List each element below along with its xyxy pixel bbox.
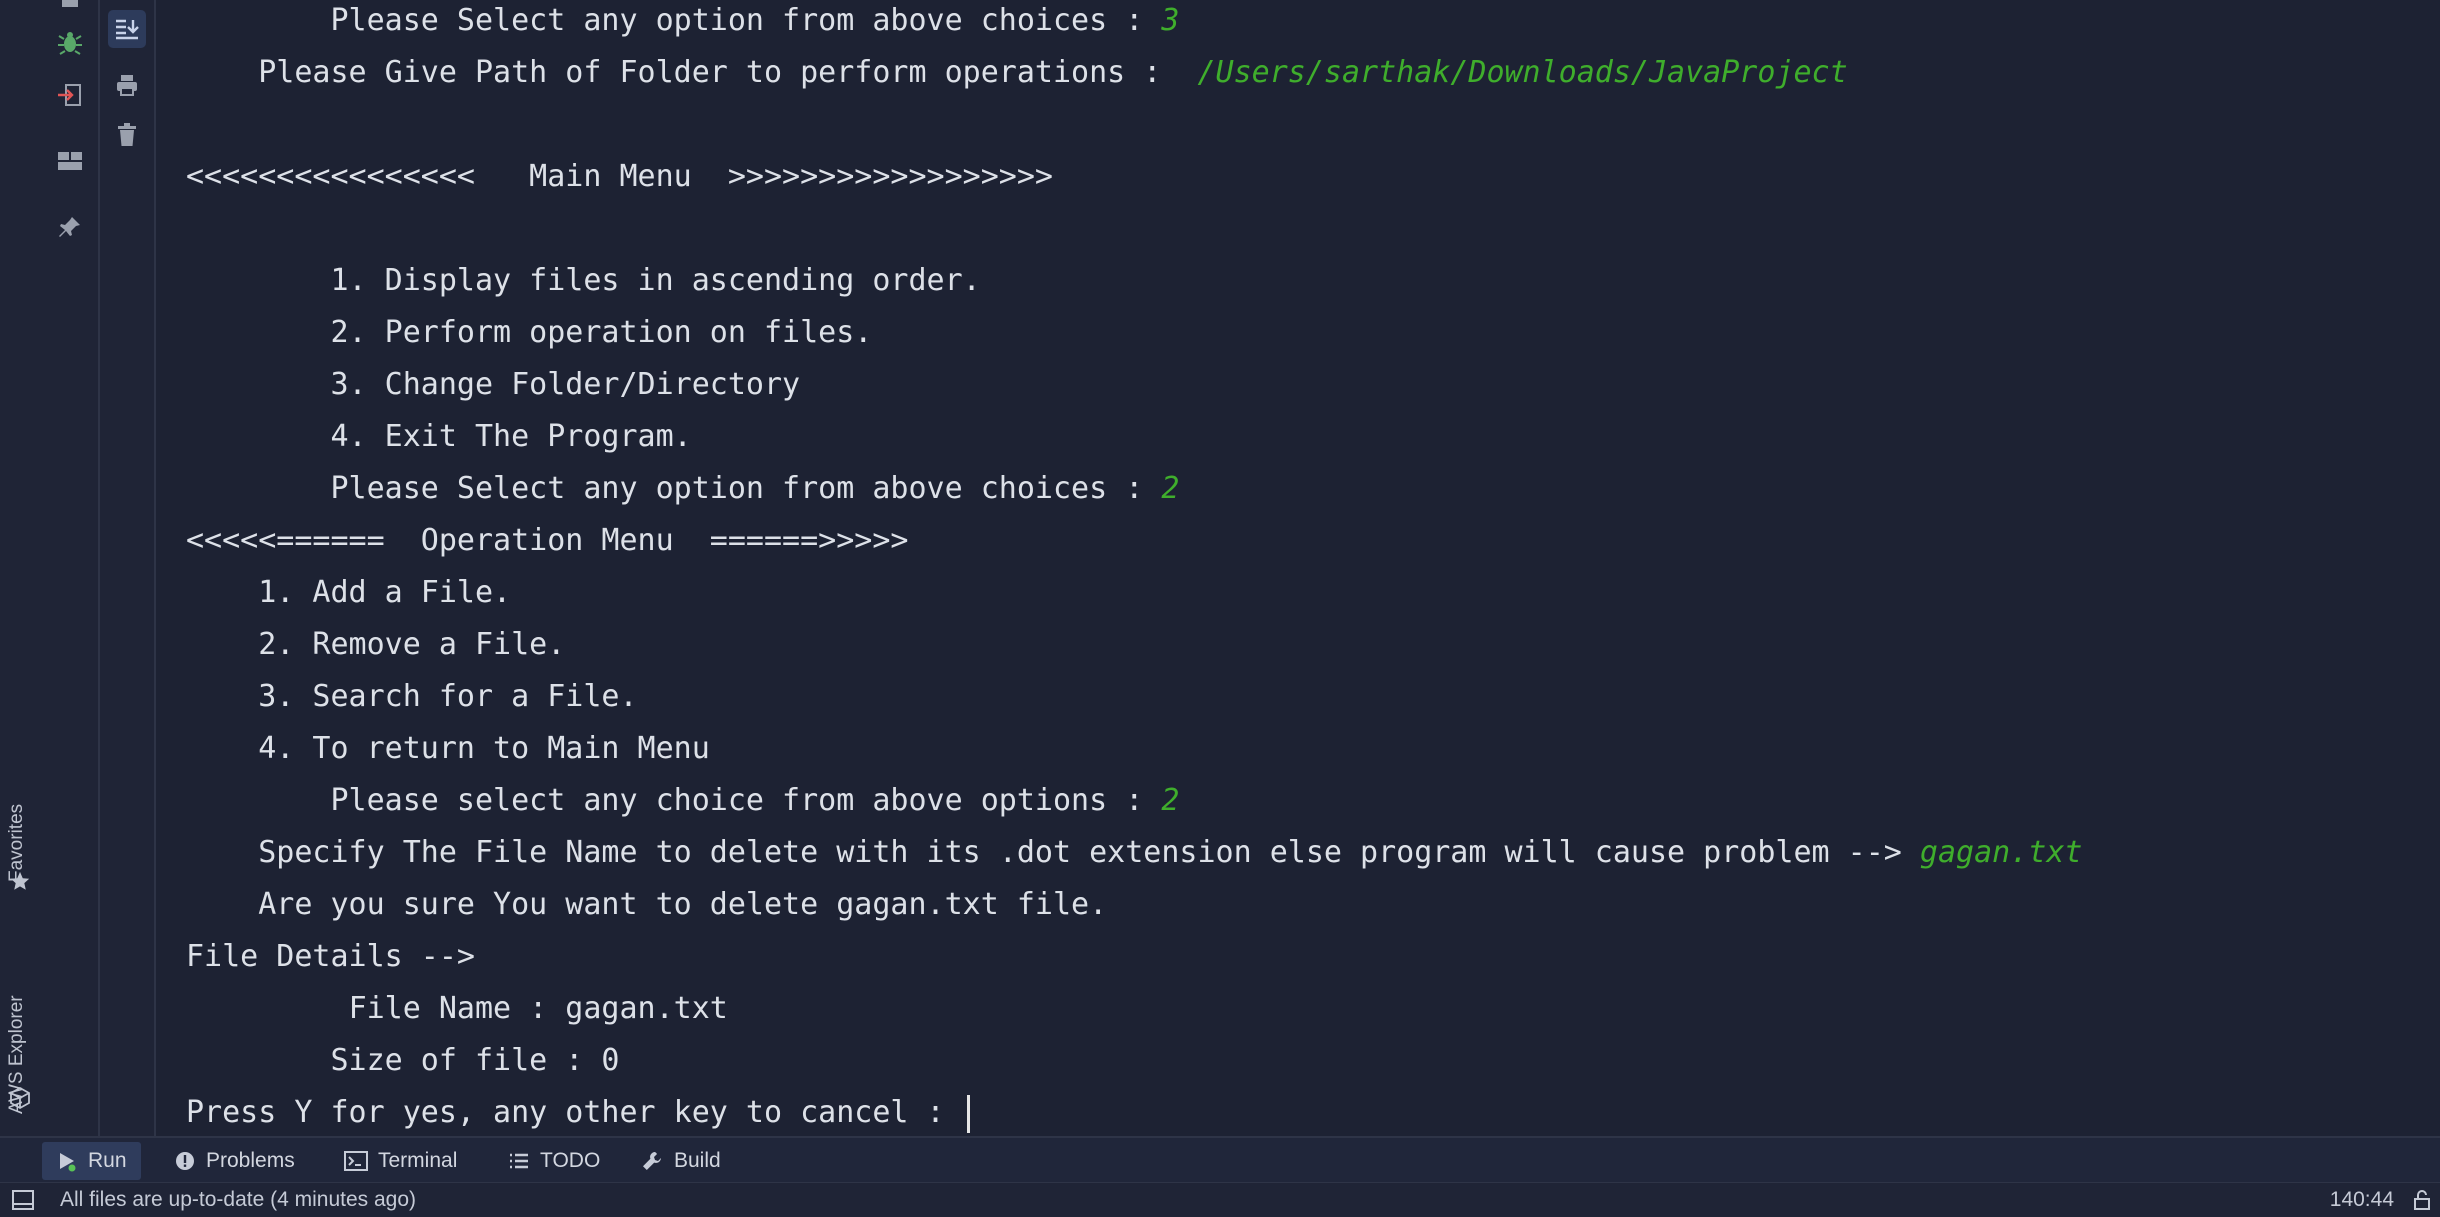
console-text: Press Y for yes, any other key to cancel… (186, 1095, 963, 1130)
problems-icon (176, 1152, 194, 1170)
console-text: File Details --> (186, 939, 475, 974)
tab-build[interactable]: Build (626, 1142, 735, 1180)
status-message: All files are up-to-date (4 minutes ago) (60, 1188, 417, 1211)
console-user-input: gagan.txt (1919, 835, 2083, 870)
console-text: Please Select any option from above choi… (330, 471, 1162, 506)
stop-icon[interactable] (51, 0, 89, 18)
console-line: 3. Search for a File. (186, 677, 638, 717)
console-line: 3. Change Folder/Directory (186, 365, 801, 405)
tab-todo-label: TODO (540, 1149, 601, 1172)
console-text: Size of file : 0 (330, 1043, 620, 1078)
cube-icon (10, 1086, 30, 1110)
console-line: File Name : gagan.txt (186, 989, 728, 1029)
console-text: 1. Display files in ascending order. (330, 263, 981, 298)
text-caret (966, 1094, 970, 1133)
tab-terminal[interactable]: Terminal (330, 1142, 471, 1180)
print-icon[interactable] (108, 66, 146, 104)
console-text: 1. Add a File. (258, 575, 512, 610)
console-user-input: 2 (1161, 783, 1180, 818)
console-line: Specify The File Name to delete with its… (186, 833, 2082, 873)
console-line: <<<<<<<<<<<<<<<< Main Menu >>>>>>>>>>>>>… (186, 157, 1053, 197)
tab-todo[interactable]: TODO (494, 1142, 614, 1180)
left-tool-strip: Favorites AWS Explorer (0, 0, 44, 1136)
console-line: Size of file : 0 (186, 1041, 620, 1081)
tab-build-label: Build (674, 1149, 721, 1172)
console-line: 4. To return to Main Menu (186, 729, 710, 769)
console-text: 4. To return to Main Menu (258, 731, 710, 766)
console-line: 1. Add a File. (186, 573, 511, 613)
exit-icon[interactable] (51, 76, 89, 114)
todo-icon (510, 1153, 528, 1169)
debug-bug-icon[interactable] (51, 24, 89, 62)
console-line: Please select any choice from above opti… (186, 781, 1180, 821)
tab-terminal-label: Terminal (378, 1149, 458, 1172)
lock-icon[interactable] (2412, 1189, 2434, 1211)
console-text: Please Select any option from above choi… (330, 3, 1162, 38)
console-line: Are you sure You want to delete gagan.tx… (186, 885, 1107, 925)
console-user-input: /Users/sarthak/Downloads/JavaProject (1197, 55, 1848, 90)
console-text: <<<<<<<<<<<<<<<< Main Menu >>>>>>>>>>>>>… (186, 159, 1053, 194)
console-text: 3. Search for a File. (258, 679, 638, 714)
console-line: File Details --> (186, 937, 475, 977)
trash-icon[interactable] (108, 116, 146, 154)
console-line: Please Select any option from above choi… (186, 1, 1180, 41)
tab-problems-label: Problems (206, 1149, 295, 1172)
console-line: 1. Display files in ascending order. (186, 261, 981, 301)
console-output[interactable]: Please Select any option from above choi… (156, 0, 2440, 1136)
tool-window-tabs: Run Problems Terminal TODO Build (0, 1136, 2440, 1184)
console-line: Please Give Path of Folder to perform op… (186, 53, 1848, 93)
console-text: 2. Perform operation on files. (330, 315, 873, 350)
star-icon (10, 871, 30, 890)
console-line: Please Select any option from above choi… (186, 469, 1180, 509)
console-text: <<<<<====== Operation Menu ======>>>>> (186, 523, 909, 558)
tab-run[interactable]: Run (42, 1142, 141, 1180)
console-text: Specify The File Name to delete with its… (258, 835, 1920, 870)
terminal-icon (344, 1151, 368, 1171)
console-line: <<<<<====== Operation Menu ======>>>>> (186, 521, 908, 561)
scroll-to-end-icon[interactable] (108, 10, 146, 48)
console-line: 2. Perform operation on files. (186, 313, 873, 353)
console-text: Please Give Path of Folder to perform op… (258, 55, 1198, 90)
pin-icon[interactable] (51, 208, 89, 246)
run-toolbar-right (100, 0, 156, 1136)
layout-icon[interactable] (51, 142, 89, 180)
console-text: Are you sure You want to delete gagan.tx… (258, 887, 1108, 922)
console-text: File Name : gagan.txt (348, 991, 728, 1026)
status-bar: All files are up-to-date (4 minutes ago)… (0, 1182, 2440, 1217)
run-icon (60, 1153, 76, 1172)
console-line: Press Y for yes, any other key to cancel… (186, 1093, 970, 1133)
console-line: 4. Exit The Program. (186, 417, 692, 457)
console-user-input: 3 (1161, 3, 1180, 38)
build-icon (643, 1152, 661, 1170)
run-toolbar-left (42, 0, 100, 1136)
console-text: 4. Exit The Program. (330, 419, 692, 454)
console-text: 2. Remove a File. (258, 627, 566, 662)
tab-run-label: Run (88, 1149, 127, 1172)
caret-position[interactable]: 140:44 (2330, 1188, 2394, 1212)
console-text: Please select any choice from above opti… (330, 783, 1162, 818)
console-text: 3. Change Folder/Directory (330, 367, 801, 402)
tab-problems[interactable]: Problems (160, 1142, 309, 1180)
console-user-input: 2 (1161, 471, 1180, 506)
console-line: 2. Remove a File. (186, 625, 565, 665)
panel-toggle-icon[interactable] (12, 1190, 34, 1210)
